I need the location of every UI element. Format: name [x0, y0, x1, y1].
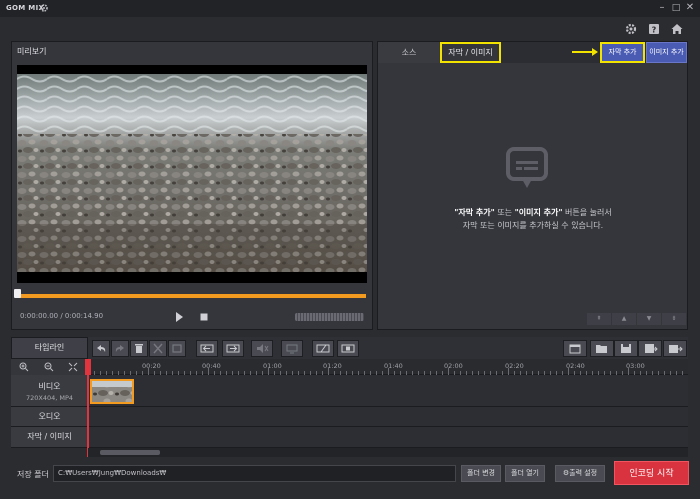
mute-icon[interactable] — [251, 340, 273, 357]
empty-message-line1: "자막 추가" 또는 "이미지 추가" 버튼을 눌러서 — [378, 207, 688, 218]
redo-icon[interactable] — [111, 340, 129, 357]
track-header-audio: 오디오 — [11, 407, 88, 427]
tab-source[interactable]: 소스 — [378, 42, 440, 63]
edit-clip-icon[interactable] — [312, 340, 334, 357]
speech-bubble-icon — [506, 147, 548, 188]
close-button[interactable]: ✕ — [684, 1, 696, 15]
track-subtitle[interactable] — [88, 427, 688, 448]
ruler-label: 01:40 — [384, 362, 403, 370]
zoom-in-icon[interactable] — [19, 362, 29, 372]
delete-icon[interactable] — [130, 340, 148, 357]
add-image-button[interactable]: 이미지 추가 — [646, 42, 687, 63]
open-folder-button[interactable]: 폴더 열기 — [505, 465, 545, 482]
maximize-button[interactable]: □ — [670, 1, 682, 15]
ruler-label: 02:40 — [566, 362, 585, 370]
folder-open-icon[interactable] — [590, 340, 614, 357]
quote-add-subtitle: "자막 추가" — [454, 208, 495, 217]
screen-icon[interactable] — [281, 340, 303, 357]
timeline-scrollbar[interactable] — [88, 448, 688, 457]
output-settings-label: 출력 설정 — [569, 469, 598, 477]
video-clip[interactable] — [90, 379, 134, 404]
cut-icon[interactable] — [149, 340, 167, 357]
ruler-label: 01:20 — [323, 362, 342, 370]
encode-start-button[interactable]: 인코딩 시작 — [614, 461, 689, 485]
track-header-video: 비디오 720X404, MP4 — [11, 375, 88, 407]
undo-icon[interactable] — [92, 340, 110, 357]
add-subtitle-button[interactable]: 자막 추가 — [600, 42, 645, 63]
annotation-arrow-line — [572, 51, 594, 53]
track-subtitle-label: 자막 / 이미지 — [27, 432, 72, 441]
track-audio[interactable] — [88, 407, 688, 427]
message-or: 또는 — [494, 208, 515, 217]
ruler-label: 00:20 — [142, 362, 161, 370]
playhead-line[interactable] — [87, 360, 89, 457]
settings-gear-icon[interactable] — [39, 3, 49, 13]
seek-bar-fill — [17, 294, 366, 298]
ruler-label: 01:00 — [263, 362, 282, 370]
help-icon[interactable]: ? — [647, 22, 661, 36]
preview-title: 미리보기 — [17, 47, 47, 56]
change-folder-button[interactable]: 폴더 변경 — [461, 465, 501, 482]
export-icon[interactable] — [663, 340, 687, 357]
track-audio-label: 오디오 — [38, 412, 61, 421]
track-header-subtitle: 자막 / 이미지 — [11, 427, 88, 448]
svg-text:?: ? — [652, 26, 657, 35]
title-bar — [0, 0, 700, 17]
save-as-icon[interactable] — [638, 340, 662, 357]
playback-time: 0:00:00.00 / 0:00:14.90 — [20, 312, 104, 320]
timeline-label: 타임라인 — [11, 337, 88, 359]
annotation-arrow-head — [592, 48, 598, 56]
timeline-scrollbar-thumb[interactable] — [100, 450, 160, 455]
move-to-start-icon[interactable] — [196, 340, 218, 357]
seek-bar-thumb[interactable] — [14, 289, 21, 298]
fit-zoom-icon[interactable] — [68, 362, 78, 372]
quote-add-image: "이미지 추가" — [514, 208, 563, 217]
ruler-label: 02:00 — [444, 362, 463, 370]
ruler-label: 00:40 — [202, 362, 221, 370]
move-top-icon[interactable]: ⇞ — [587, 313, 611, 325]
track-video-label: 비디오 — [38, 382, 61, 391]
move-to-end-icon[interactable] — [222, 340, 244, 357]
stop-icon[interactable] — [196, 309, 212, 325]
filter-icon[interactable] — [337, 340, 359, 357]
add-file-icon[interactable] — [563, 340, 587, 357]
message-rest: 버튼을 눌러서 — [562, 208, 612, 217]
settings-gear-icon-top[interactable] — [624, 22, 638, 36]
move-bottom-icon[interactable]: ⇟ — [662, 313, 686, 325]
move-down-icon[interactable]: ▼ — [637, 313, 661, 325]
save-icon[interactable] — [614, 340, 638, 357]
move-up-icon[interactable]: ▲ — [612, 313, 636, 325]
volume-slider[interactable] — [295, 313, 364, 321]
play-icon[interactable] — [171, 309, 187, 325]
crop-icon[interactable] — [168, 340, 186, 357]
video-frame-image — [17, 74, 367, 272]
tab-subtitle-image[interactable]: 자막 / 이미지 — [440, 42, 501, 63]
ruler-label: 03:00 — [626, 362, 645, 370]
empty-message-line2: 자막 또는 이미지를 추가하실 수 있습니다. — [462, 221, 604, 230]
ruler-label: 02:20 — [505, 362, 524, 370]
track-video-info: 720X404, MP4 — [25, 394, 74, 402]
zoom-out-icon[interactable] — [44, 362, 54, 372]
minimize-button[interactable]: – — [656, 1, 668, 15]
track-video[interactable] — [88, 375, 688, 407]
save-path-field[interactable]: C:₩Users₩Jung₩Downloads₩ — [53, 465, 456, 482]
output-settings-button[interactable]: ⚙출력 설정 — [555, 465, 605, 482]
save-folder-label: 저장 폴더 — [17, 470, 49, 479]
home-icon[interactable] — [670, 22, 684, 36]
